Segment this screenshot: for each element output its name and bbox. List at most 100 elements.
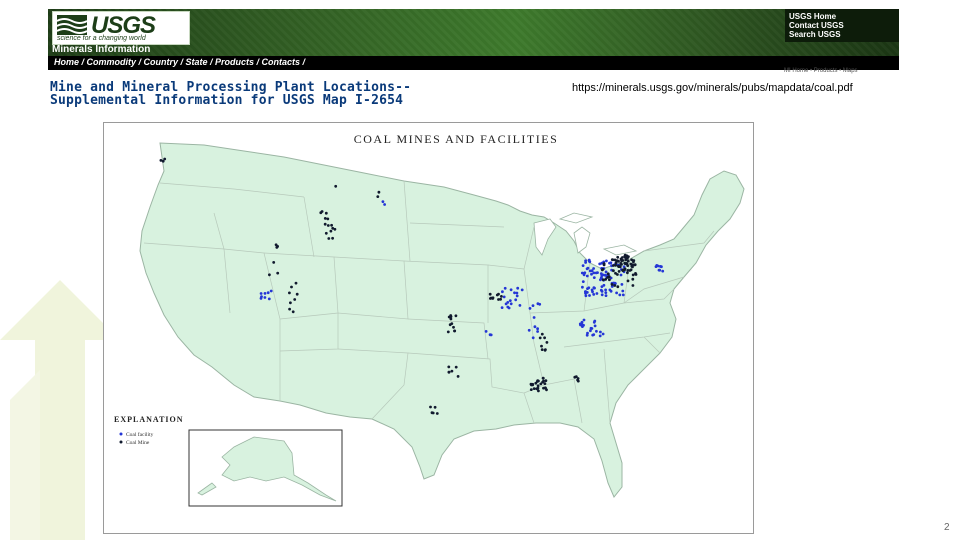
coal-site-point <box>323 217 327 220</box>
usgs-tagline: science for a changing world <box>57 35 146 42</box>
coal-site-point <box>515 291 519 295</box>
coal-site-point <box>617 270 621 273</box>
coal-site-point <box>503 286 507 290</box>
coal-site-point <box>545 341 549 344</box>
coal-site-point <box>585 274 589 278</box>
coal-site-point <box>543 336 546 340</box>
page-title: Mine and Mineral Processing Plant Locati… <box>50 81 411 107</box>
section-title: Minerals Information <box>52 44 151 55</box>
coal-site-point <box>592 293 596 296</box>
usgs-wave-icon <box>57 15 87 35</box>
coal-site-point <box>626 259 630 263</box>
coal-site-point <box>489 297 492 300</box>
coal-site-point <box>581 325 584 328</box>
coal-site-point <box>540 332 544 336</box>
coal-site-point <box>586 287 589 290</box>
coal-site-point <box>632 259 636 262</box>
usgs-logo[interactable]: USGS science for a changing world <box>52 11 190 45</box>
coal-site-point <box>275 246 279 249</box>
sub-nav[interactable]: MI Home • Products • Maps <box>784 68 858 74</box>
coal-site-point <box>500 306 504 309</box>
map-title: COAL MINES AND FACILITIES <box>354 132 559 146</box>
coal-site-point <box>326 224 330 227</box>
coal-site-point <box>633 263 637 267</box>
usgs-banner: USGS science for a changing world USGS H… <box>48 9 899 70</box>
coal-site-point <box>607 275 611 278</box>
coal-site-point <box>289 301 292 305</box>
coal-site-point <box>288 307 291 311</box>
source-url[interactable]: https://minerals.usgs.gov/minerals/pubs/… <box>572 82 853 94</box>
coal-site-point <box>604 288 607 292</box>
coal-site-point <box>532 387 536 390</box>
coal-site-point <box>608 261 611 265</box>
coal-site-point <box>536 330 539 333</box>
coal-site-point <box>509 302 513 306</box>
coal-site-point <box>598 262 602 266</box>
coal-site-point <box>616 285 620 289</box>
coal-site-point <box>501 290 504 294</box>
coal-site-point <box>269 289 273 293</box>
coal-site-point <box>454 314 458 318</box>
coal-site-point <box>615 291 618 295</box>
usgs-home-link[interactable]: USGS Home <box>789 12 899 21</box>
coal-site-point <box>620 283 624 286</box>
coal-site-point <box>272 261 276 264</box>
legend-mine-dot <box>119 440 123 444</box>
coal-site-point <box>534 381 538 385</box>
search-usgs-link[interactable]: Search USGS <box>789 30 899 39</box>
coal-site-point <box>484 330 488 333</box>
coal-site-point <box>520 288 524 292</box>
coal-site-point <box>324 211 328 215</box>
coal-site-point <box>612 264 615 267</box>
coal-site-point <box>584 294 588 298</box>
coal-site-point <box>621 293 625 297</box>
coal-site-point <box>449 314 453 317</box>
coal-site-point <box>591 333 595 337</box>
coal-site-point <box>294 281 298 285</box>
coal-site-point <box>329 229 333 233</box>
coal-site-point <box>536 327 539 331</box>
coal-site-point <box>537 389 540 393</box>
coal-site-point <box>163 157 167 161</box>
coal-site-point <box>629 268 633 272</box>
nav-links[interactable]: Home / Commodity / Country / State / Pro… <box>54 57 305 67</box>
coal-site-point <box>454 365 458 369</box>
coal-site-point <box>430 411 434 415</box>
coal-site-point <box>573 375 577 379</box>
contact-usgs-link[interactable]: Contact USGS <box>789 21 899 30</box>
coal-site-point <box>293 298 297 301</box>
coal-site-point <box>613 284 617 287</box>
coal-site-point <box>617 264 620 268</box>
coal-site-point <box>604 270 608 274</box>
coal-site-point <box>594 271 598 275</box>
coal-site-point <box>331 226 335 230</box>
coal-site-point <box>580 320 584 324</box>
coal-site-point <box>260 295 263 298</box>
coal-site-point <box>544 386 547 390</box>
coal-site-point <box>540 348 544 351</box>
coal-site-point <box>604 278 607 281</box>
coal-site-point <box>598 334 602 338</box>
coal-site-point <box>527 328 531 332</box>
coal-site-point <box>515 294 519 298</box>
coal-site-point <box>576 377 580 380</box>
page-title-line2: Supplemental Information for USGS Map I-… <box>50 93 404 108</box>
coal-site-point <box>586 266 590 270</box>
coal-site-point <box>586 331 589 335</box>
coal-site-point <box>614 261 618 265</box>
coal-site-point <box>618 293 622 297</box>
coal-site-point <box>602 283 606 287</box>
coal-site-point <box>288 291 291 295</box>
coal-site-point <box>612 269 615 273</box>
coal-site-point <box>330 223 333 227</box>
coal-site-point <box>324 231 328 235</box>
coal-site-point <box>529 388 533 391</box>
legend-mine-label: Coal Mine <box>126 440 150 446</box>
coal-site-point <box>533 325 537 329</box>
coal-site-point <box>376 195 380 198</box>
legend-facility-label: Coal facility <box>126 431 154 438</box>
coal-site-point <box>588 294 591 297</box>
coal-site-point <box>599 272 603 275</box>
coal-site-point <box>631 277 635 281</box>
coal-site-point <box>593 324 597 328</box>
